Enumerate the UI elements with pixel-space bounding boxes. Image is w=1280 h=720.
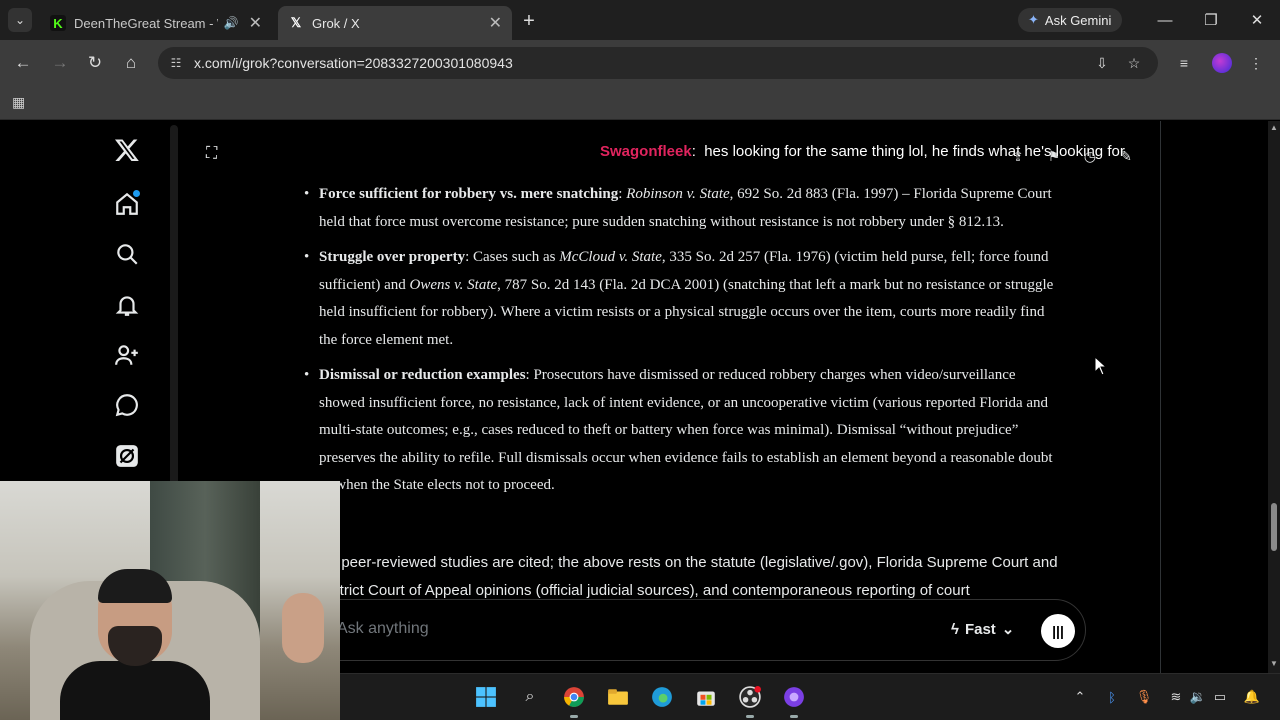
chat-message: hes looking for the same thing lol, he f… [704, 143, 1125, 160]
bullet-heading: Force sufficient for robbery vs. mere sn… [319, 186, 619, 202]
chevron-up-icon[interactable]: ⌃ [1071, 688, 1089, 706]
tab-title: DeenTheGreat Stream - Wa [74, 15, 218, 31]
page-scrollbar[interactable]: ▲ ▼ [1268, 121, 1280, 673]
browser-toolbar: ← → ↻ ⌂ ☷ x.com/i/grok?conversation=2083… [0, 40, 1280, 86]
restore-icon[interactable]: ❐ [1188, 6, 1234, 34]
model-label: Fast [964, 620, 996, 638]
bullet-text: : Cases such as [465, 249, 560, 265]
purple-app-icon[interactable] [781, 684, 807, 718]
new-tab-button[interactable]: + [518, 10, 540, 32]
browser-tab-strip: ⌄ K DeenTheGreat Stream - Wa 🔊 ✕ 𝕏 Grok … [0, 0, 1280, 40]
battery-icon[interactable]: ▭ [1211, 688, 1229, 706]
home-icon[interactable]: ⌂ [119, 51, 143, 75]
file-explorer-icon[interactable] [605, 684, 631, 710]
scroll-up-icon[interactable]: ▲ [1270, 123, 1278, 132]
grok-composer[interactable]: Ask anything ϟ Fast ⌄ ||| [300, 599, 1086, 661]
tab-stream[interactable]: K DeenTheGreat Stream - Wa 🔊 ✕ [40, 6, 272, 40]
lightning-icon: ϟ [951, 620, 959, 638]
x-logo-icon: 𝕏 [290, 15, 302, 30]
column-border [1160, 121, 1161, 673]
bluetooth-icon[interactable]: ᛒ [1103, 688, 1121, 706]
close-window-icon[interactable]: ✕ [1234, 6, 1280, 34]
install-app-icon[interactable]: ⇩ [1092, 53, 1112, 73]
expand-icon[interactable]: ⛶ [206, 145, 226, 165]
bullet-heading: Struggle over property [319, 249, 466, 265]
chevron-down-icon: ⌄ [1001, 621, 1015, 638]
site-info-icon[interactable]: ☷ [166, 53, 186, 73]
x-logo-icon[interactable] [112, 135, 142, 165]
url-text[interactable]: x.com/i/grok?conversation=20833272003010… [194, 55, 513, 71]
ask-gemini-label: Ask Gemini [1044, 12, 1112, 28]
model-selector[interactable]: ϟ Fast ⌄ [951, 620, 1015, 639]
obs-icon[interactable] [737, 684, 763, 718]
notification-bell-icon[interactable]: 🔔 [1243, 688, 1261, 706]
windows-taskbar: ⌕ ⌃ ᛒ 🎙 ≋ 🔉 ▭ 🔔 [340, 673, 1280, 720]
case-name: McCloud v. State [559, 249, 662, 265]
bullet-text: : Prosecutors have dismissed or reduced … [319, 367, 1053, 493]
search-icon[interactable] [112, 239, 142, 269]
scroll-down-icon[interactable]: ▼ [1270, 659, 1278, 668]
case-name: Owens v. State [409, 276, 498, 293]
windows-start-icon[interactable] [473, 684, 499, 710]
speaker-icon[interactable]: 🔊 [224, 16, 239, 30]
back-icon[interactable]: ← [11, 51, 35, 75]
composer-input[interactable]: Ask anything [337, 620, 429, 638]
grok-icon[interactable] [112, 441, 142, 471]
response-bullet: Force sufficient for robbery vs. mere sn… [300, 181, 1060, 236]
volume-icon[interactable]: 🔉 [1189, 688, 1207, 706]
response-summary: No peer-reviewed studies are cited; the … [318, 554, 1058, 599]
follow-person-icon[interactable] [112, 340, 142, 370]
bullet-heading: Dismissal or reduction examples [319, 367, 526, 383]
tab-title: Grok / X [312, 15, 360, 31]
address-bar[interactable]: ☷ x.com/i/grok?conversation=208332720030… [158, 47, 1158, 79]
wifi-icon[interactable]: ≋ [1167, 688, 1185, 706]
bell-icon[interactable] [112, 290, 142, 320]
minimize-icon[interactable]: — [1142, 6, 1188, 34]
kick-logo-icon: K [50, 15, 66, 31]
bookmarks-bar: ▦ [0, 86, 1280, 120]
home-icon[interactable] [112, 189, 142, 219]
apps-grid-icon[interactable]: ▦ [12, 94, 30, 112]
response-bullet: Dismissal or reduction examples: Prosecu… [300, 362, 1060, 500]
profile-avatar[interactable] [1212, 53, 1232, 73]
menu-kebab-icon[interactable]: ⋮ [1244, 51, 1268, 75]
close-tab-icon[interactable]: ✕ [489, 13, 502, 33]
scroll-thumb[interactable] [1271, 503, 1277, 551]
panel-divider [170, 125, 178, 485]
stream-chat-overlay: Swagonfleek: hes looking for the same th… [600, 143, 1125, 160]
response-bullet: Struggle over property: Cases such as Mc… [300, 244, 1060, 354]
bookmark-star-icon[interactable]: ☆ [1124, 53, 1144, 73]
mouse-cursor-icon [1094, 356, 1108, 376]
microsoft-store-icon[interactable] [693, 684, 719, 710]
gemini-sparkle-icon: ✦ [1028, 12, 1039, 27]
close-tab-icon[interactable]: ✕ [249, 13, 262, 33]
notification-dot [133, 190, 140, 197]
streamer-webcam [0, 481, 340, 720]
chat-username: Swagonfleek [600, 143, 692, 160]
forward-icon[interactable]: → [48, 51, 72, 75]
media-controls-icon[interactable]: ≡ [1172, 51, 1196, 75]
grok-response: Force sufficient for robbery vs. mere sn… [300, 181, 1060, 508]
webcam-hand [282, 593, 324, 663]
tab-search-button[interactable]: ⌄ [8, 8, 32, 32]
tab-grok[interactable]: 𝕏 Grok / X ✕ [278, 6, 512, 40]
reload-icon[interactable]: ↻ [83, 51, 107, 75]
webcam-shirt [60, 661, 210, 720]
ask-gemini-button[interactable]: ✦ Ask Gemini [1018, 8, 1122, 32]
microphone-icon[interactable]: 🎙 [1135, 688, 1153, 706]
taskbar-search-icon[interactable]: ⌕ [517, 684, 543, 710]
chrome-icon[interactable] [561, 684, 587, 718]
edge-icon[interactable] [649, 684, 675, 710]
chat-bubble-icon[interactable] [112, 390, 142, 420]
voice-mode-icon[interactable]: ||| [1041, 614, 1075, 648]
case-name: Robinson v. State [626, 186, 730, 202]
